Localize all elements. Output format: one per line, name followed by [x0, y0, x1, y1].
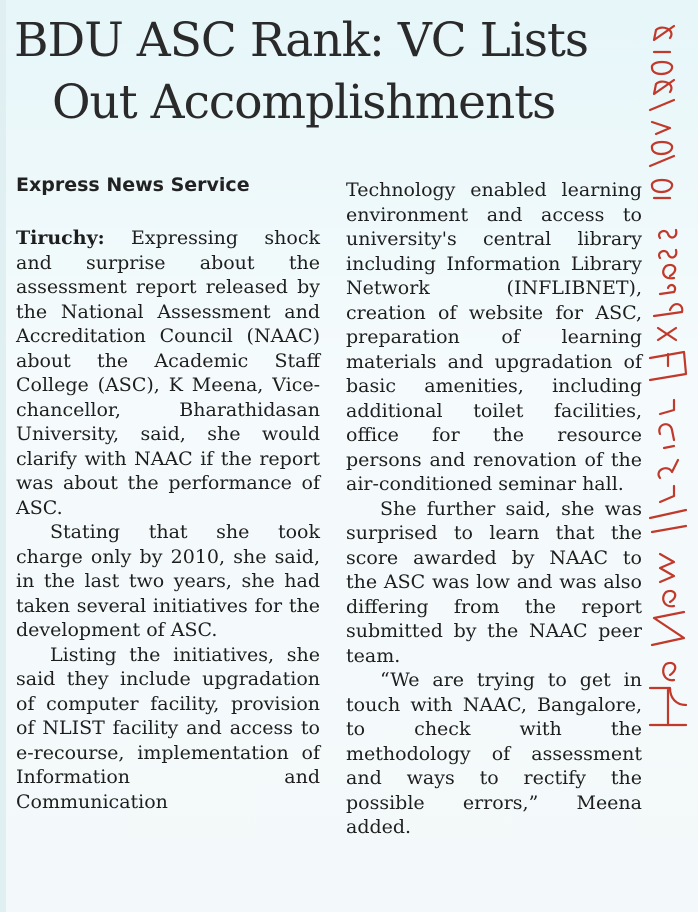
paragraph: Tiruchy: Expressing shock and surprise a…: [16, 226, 320, 520]
headline-line-2: Out Accomplishments: [52, 75, 556, 130]
newspaper-clipping: BDU ASC Rank: VC Lists Out Accomplishmen…: [0, 0, 698, 912]
handwritten-source-scribble: [648, 228, 688, 727]
scan-edge: [0, 0, 6, 912]
handwritten-date: [640, 8, 680, 208]
byline: Express News Service: [16, 174, 250, 196]
paragraph: “We are trying to get in touch with NAAC…: [346, 669, 642, 838]
paragraph-text: Expressing shock and surprise about the …: [16, 227, 320, 519]
article-headline: BDU ASC Rank: VC Lists Out Accomplishmen…: [14, 10, 654, 134]
paragraph: Stating that she took charge only by 201…: [16, 521, 320, 641]
article-column-left: Tiruchy: Expressing shock and surprise a…: [16, 226, 320, 814]
paragraph: Technology enabled learning environment …: [346, 179, 642, 495]
handwritten-date-scribble: [648, 24, 676, 200]
article-column-right: Technology enabled learning environment …: [346, 178, 642, 840]
dateline: Tiruchy:: [16, 227, 105, 249]
handwritten-source: [630, 220, 698, 740]
headline-line-1: BDU ASC Rank: VC Lists: [14, 13, 589, 68]
paragraph: Listing the initiatives, she said they i…: [16, 643, 320, 813]
paragraph: She further said, she was surprised to l…: [346, 497, 642, 667]
